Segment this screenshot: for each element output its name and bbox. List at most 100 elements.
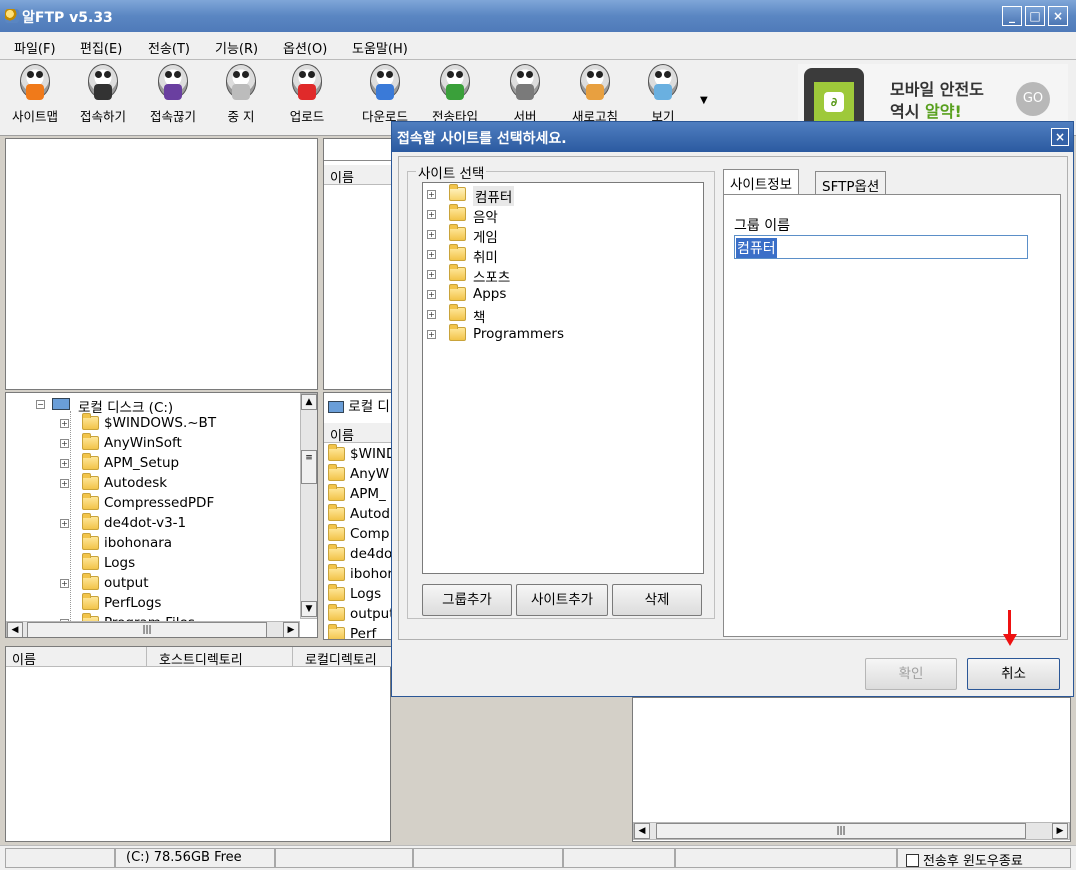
cancel-button[interactable]: 취소 [967,658,1060,690]
toolbar-connect-button[interactable]: 접속하기 [70,64,136,125]
queue-col-host-dir[interactable]: 호스트디렉토리 [146,647,292,668]
folder-icon [82,553,99,570]
toolbar-stop-button[interactable]: 중 지 [208,64,274,125]
close-button[interactable]: × [1048,6,1068,26]
site-tree-label: 음악 [473,210,498,226]
list-item-label: Logs [350,586,382,602]
toolbar-label: 접속하기 [79,109,126,124]
status-drive-free: (C:) 78.56GB Free [115,848,275,868]
folder-icon [82,413,99,430]
ad-go-button[interactable]: GO [1016,82,1050,116]
log-hscroll[interactable]: ◀ ||| ▶ [633,822,1070,840]
menu-file[interactable]: 파일(F) [14,38,56,57]
dialog-close-button[interactable]: × [1051,128,1069,146]
folder-icon [328,504,345,521]
delete-button[interactable]: 삭제 [612,584,702,616]
hscroll-thumb[interactable]: ||| [27,622,267,637]
queue-panel[interactable]: 이름 호스트디렉토리 로컬디렉토리 [5,646,392,842]
site-tree-label: 스포츠 [473,270,511,286]
list-item-label: Perf [350,626,377,640]
log-hscroll-thumb[interactable]: ||| [656,823,1026,839]
tab-site-info[interactable]: 사이트정보 [723,169,800,195]
folder-icon [328,564,345,581]
remote-tree-panel[interactable] [5,138,318,390]
scroll-thumb[interactable]: ≡ [301,450,317,484]
queue-col-local-dir[interactable]: 로컬디렉토리 [292,647,392,668]
log-scroll-left-icon[interactable]: ◀ [634,823,650,839]
maximize-button[interactable]: □ [1025,6,1045,26]
tree-item-label: Logs [104,555,136,571]
scroll-down-icon[interactable]: ▼ [301,601,317,617]
queue-col-name[interactable]: 이름 [6,647,146,668]
disconnect-icon [154,64,192,104]
add-group-button[interactable]: 그룹추가 [422,584,512,616]
menu-help[interactable]: 도움말(H) [352,38,408,57]
folder-icon [328,544,345,561]
list-item-label: APM_ [350,486,386,502]
ad-line1: 모바일 안전도 [890,80,984,99]
toolbar-sitemap-button[interactable]: 사이트맵 [2,64,68,125]
list-item-label: output [350,606,395,622]
folder-icon [449,204,466,221]
dialog-title-bar: 접속할 사이트를 선택하세요. × [392,122,1073,152]
drive-icon [328,401,344,413]
minimize-button[interactable]: _ [1002,6,1022,26]
local-path-label: 로컬 디 [348,399,390,415]
toolbar-refresh-button[interactable]: 새로고침 [562,64,628,125]
menu-options[interactable]: 옵션(O) [283,38,327,57]
folder-icon [449,324,466,341]
tree-item-label: output [104,575,149,591]
tab-sftp-options[interactable]: SFTP옵션 [815,171,887,195]
status-cell-5 [563,848,675,868]
download-icon [366,64,404,104]
ok-button[interactable]: 확인 [865,658,957,690]
menu-edit[interactable]: 편집(E) [80,38,122,57]
sitemap-icon [16,64,54,104]
toolbar-disconnect-button[interactable]: 접속끊기 [140,64,206,125]
add-site-button[interactable]: 사이트추가 [516,584,608,616]
folder-icon [82,573,99,590]
checkbox-box[interactable] [906,854,919,867]
view-icon [644,64,682,104]
folder-icon [82,473,99,490]
folder-icon [449,304,466,321]
status-cell-4 [413,848,563,868]
menu-transfer[interactable]: 전송(T) [148,38,190,57]
dialog-body: 사이트 선택 + 컴퓨터 + 음악 + 게임 + 취미 + 스포츠 + Apps… [398,156,1068,640]
group-name-value: 컴퓨터 [736,238,777,258]
folder-icon [328,444,345,461]
toolbar-label: 사이트맵 [11,109,58,124]
local-tree-panel[interactable]: − 로컬 디스크 (C:) + $WINDOWS.~BT + AnyWinSof… [5,392,318,638]
site-tree[interactable]: + 컴퓨터 + 음악 + 게임 + 취미 + 스포츠 + Apps + 책 + … [422,182,704,574]
group-name-input[interactable]: 컴퓨터 [734,235,1028,259]
local-tree-vscroll[interactable]: ▲ ≡ ▼ [300,393,317,619]
refresh-icon [576,64,614,104]
status-bar: (C:) 78.56GB Free 전송후 윈도우종료 [0,845,1076,870]
scroll-up-icon[interactable]: ▲ [301,394,317,410]
log-scroll-right-icon[interactable]: ▶ [1052,823,1068,839]
toolbar-server-button[interactable]: 서버 [492,64,558,125]
folder-icon [82,433,99,450]
folder-icon [328,624,345,639]
toolbar-label: 업로드 [289,109,325,124]
log-panel[interactable]: ◀ ||| ▶ [632,697,1071,842]
scroll-left-icon[interactable]: ◀ [7,622,23,637]
toolbar-transfer-type-button[interactable]: 전송타입 [422,64,488,125]
folder-icon [82,533,99,550]
site-tree-label: 게임 [473,230,498,246]
list-item-label: de4do [350,546,393,562]
toolbar-upload-button[interactable]: 업로드 [274,64,340,125]
site-info-tab-panel: 그룹 이름 컴퓨터 [723,194,1061,637]
local-tree-hscroll[interactable]: ◀ ||| ▶ [6,621,300,637]
menu-function[interactable]: 기능(R) [215,38,258,57]
toolbar-more-icon[interactable]: ▼ [700,95,708,106]
close-after-transfer-checkbox[interactable]: 전송후 윈도우종료 [897,848,1071,869]
toolbar-view-button[interactable]: 보기 [630,64,696,125]
scroll-right-icon[interactable]: ▶ [283,622,299,637]
tree-item-label: Autodesk [104,475,168,491]
site-select-dialog: 접속할 사이트를 선택하세요. × 사이트 선택 + 컴퓨터 + 음악 + 게임… [391,121,1074,697]
title-bar: 알FTP v5.33 _ □ × [0,0,1076,32]
site-tree-label: 컴퓨터 [473,186,515,206]
local-path[interactable]: 로컬 디 [328,395,390,415]
toolbar-download-button[interactable]: 다운로드 [352,64,418,125]
